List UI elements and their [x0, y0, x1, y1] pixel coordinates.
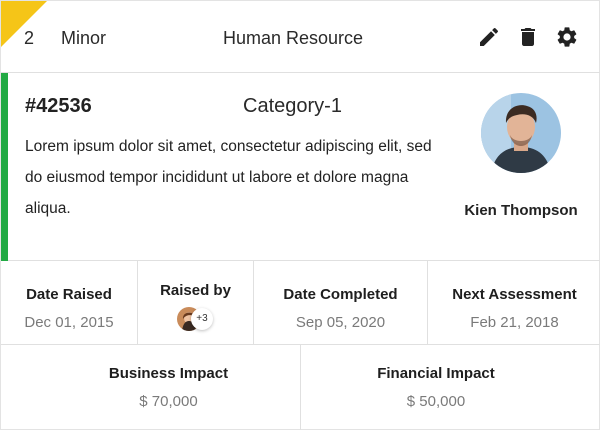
ticket-id: #42536 [25, 95, 92, 117]
raised-by-cell: Raised by [138, 261, 254, 345]
pencil-icon [480, 27, 499, 46]
incident-card: 2 Minor Human Resource #42536 Category-1… [0, 0, 600, 430]
financial-impact-cell: Financial Impact $ 50,000 [301, 345, 600, 430]
date-raised-value: Dec 01, 2015 [24, 314, 114, 331]
ticket-description: Lorem ipsum dolor sit amet, consectetur … [25, 138, 432, 217]
business-impact-label: Business Impact [108, 365, 229, 382]
date-raised-cell: Date Raised Dec 01, 2015 [1, 261, 138, 345]
severity-label: Minor [61, 28, 107, 48]
more-raisers-badge[interactable]: +3 [191, 308, 213, 330]
ticket-body: #42536 Category-1 Lorem ipsum dolor sit … [1, 73, 600, 261]
date-completed-label: Date Completed [283, 286, 398, 303]
settings-button[interactable] [555, 25, 579, 49]
financial-impact-value: $ 50,000 [406, 393, 466, 410]
incident-number: 2 [24, 28, 35, 48]
gear-icon [557, 27, 577, 47]
next-assessment-label: Next Assessment [452, 286, 577, 303]
date-completed-value: Sep 05, 2020 [295, 314, 386, 331]
date-raised-label: Date Raised [26, 286, 112, 303]
details-row: Date Raised Dec 01, 2015 Raised by Date … [1, 261, 600, 345]
impact-row: Business Impact $ 70,000 Financial Impac… [1, 345, 600, 430]
department-label: Human Resource [223, 28, 364, 48]
delete-button[interactable] [516, 25, 540, 49]
person-photo-icon [481, 93, 561, 173]
raised-by-label: Raised by [160, 282, 231, 299]
owner-avatar[interactable] [481, 93, 561, 173]
trash-icon [521, 28, 535, 46]
business-impact-value: $ 70,000 [139, 393, 198, 410]
edit-button[interactable] [477, 25, 501, 49]
next-assessment-cell: Next Assessment Feb 21, 2018 [428, 261, 600, 345]
card-header: 2 Minor Human Resource [1, 1, 600, 73]
business-impact-cell: Business Impact $ 70,000 [1, 345, 301, 430]
next-assessment-value: Feb 21, 2018 [470, 314, 559, 331]
status-accent-bar [1, 73, 8, 261]
financial-impact-label: Financial Impact [377, 365, 495, 382]
owner-name: Kien Thompson [464, 202, 578, 219]
date-completed-cell: Date Completed Sep 05, 2020 [254, 261, 428, 345]
ticket-category: Category-1 [243, 95, 342, 117]
